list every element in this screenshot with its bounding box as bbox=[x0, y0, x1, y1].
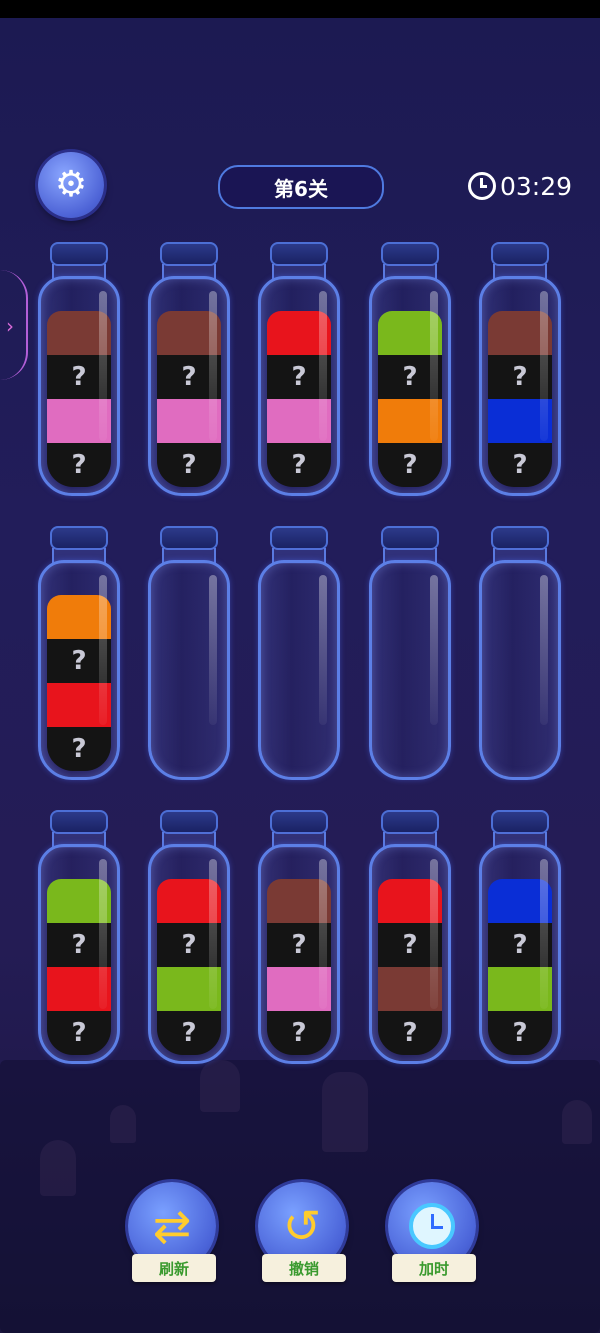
refresh-label: 刷新 bbox=[132, 1254, 216, 1282]
bottle[interactable]: ?? bbox=[148, 242, 230, 496]
bottle-body: ?? bbox=[38, 560, 120, 780]
bottle-cap bbox=[270, 242, 328, 266]
bottle-body bbox=[148, 560, 230, 780]
bottle[interactable]: ?? bbox=[369, 810, 451, 1064]
bottle-cap bbox=[160, 810, 218, 834]
bottle-cap bbox=[50, 810, 108, 834]
bottle-cap bbox=[381, 526, 439, 550]
hidden-liquid-layer: ? bbox=[157, 1011, 221, 1055]
undo-label: 撤销 bbox=[262, 1254, 346, 1282]
bottle[interactable]: ?? bbox=[479, 242, 561, 496]
glass-shine bbox=[209, 291, 217, 441]
chevron-right-icon: › bbox=[6, 314, 14, 338]
bottle-cap bbox=[491, 810, 549, 834]
bottle-body bbox=[479, 560, 561, 780]
bottle-body: ?? bbox=[148, 844, 230, 1064]
alarm-clock-icon bbox=[468, 172, 496, 200]
add-time-label: 加时 bbox=[392, 1254, 476, 1282]
hidden-liquid-layer: ? bbox=[488, 443, 552, 487]
glass-shine bbox=[540, 575, 548, 725]
hidden-liquid-layer: ? bbox=[378, 443, 442, 487]
bottle[interactable]: ?? bbox=[258, 810, 340, 1064]
glass-shine bbox=[430, 575, 438, 725]
glass-shine bbox=[540, 291, 548, 441]
bottle-body: ?? bbox=[258, 844, 340, 1064]
bottle-cap bbox=[270, 526, 328, 550]
bottle[interactable]: ?? bbox=[369, 242, 451, 496]
bottle-body: ?? bbox=[38, 844, 120, 1064]
bottle-cap bbox=[270, 810, 328, 834]
bottle-body: ?? bbox=[479, 276, 561, 496]
background-window bbox=[200, 1060, 240, 1112]
background-window bbox=[562, 1100, 592, 1144]
background-window bbox=[322, 1072, 368, 1152]
bottle[interactable]: ?? bbox=[258, 242, 340, 496]
bottle[interactable]: ?? bbox=[38, 810, 120, 1064]
side-drawer-tab[interactable]: › bbox=[0, 270, 28, 380]
bottle[interactable] bbox=[479, 526, 561, 780]
timer-value: 03:29 bbox=[500, 171, 573, 201]
bottle-body: ?? bbox=[258, 276, 340, 496]
settings-button[interactable]: ⚙ bbox=[38, 152, 104, 218]
glass-shine bbox=[430, 859, 438, 1009]
hidden-liquid-layer: ? bbox=[47, 443, 111, 487]
glass-shine bbox=[209, 859, 217, 1009]
bottle[interactable] bbox=[258, 526, 340, 780]
bottle[interactable] bbox=[369, 526, 451, 780]
hidden-liquid-layer: ? bbox=[47, 1011, 111, 1055]
bottle-body bbox=[258, 560, 340, 780]
hidden-liquid-layer: ? bbox=[267, 1011, 331, 1055]
level-indicator: 第6关 bbox=[218, 165, 384, 209]
bottle-cap bbox=[160, 242, 218, 266]
glass-shine bbox=[319, 859, 327, 1009]
countdown-timer: 03:29 bbox=[468, 168, 572, 204]
bottle-body bbox=[369, 560, 451, 780]
bottle-cap bbox=[381, 242, 439, 266]
background-window bbox=[40, 1140, 76, 1196]
bottle[interactable]: ?? bbox=[479, 810, 561, 1064]
hidden-liquid-layer: ? bbox=[267, 443, 331, 487]
bottle-body: ?? bbox=[479, 844, 561, 1064]
hidden-liquid-layer: ? bbox=[47, 727, 111, 771]
bottle-body: ?? bbox=[148, 276, 230, 496]
glass-shine bbox=[209, 575, 217, 725]
glass-shine bbox=[540, 859, 548, 1009]
bottle-body: ?? bbox=[369, 276, 451, 496]
bottle-body: ?? bbox=[369, 844, 451, 1064]
glass-shine bbox=[99, 859, 107, 1009]
status-bar bbox=[0, 0, 600, 18]
bottle-body: ?? bbox=[38, 276, 120, 496]
bottle-cap bbox=[491, 526, 549, 550]
glass-shine bbox=[430, 291, 438, 441]
glass-shine bbox=[319, 575, 327, 725]
bottle-cap bbox=[160, 526, 218, 550]
bottle[interactable]: ?? bbox=[38, 242, 120, 496]
hidden-liquid-layer: ? bbox=[378, 1011, 442, 1055]
bottle[interactable] bbox=[148, 526, 230, 780]
add-time-button[interactable]: 加时 bbox=[382, 1182, 482, 1292]
undo-button[interactable]: ↺ 撤销 bbox=[252, 1182, 352, 1292]
bottle-cap bbox=[50, 526, 108, 550]
glass-shine bbox=[99, 291, 107, 441]
background-window bbox=[110, 1105, 136, 1143]
bottle-cap bbox=[50, 242, 108, 266]
glass-shine bbox=[319, 291, 327, 441]
glass-shine bbox=[99, 575, 107, 725]
hidden-liquid-layer: ? bbox=[488, 1011, 552, 1055]
level-label: 第6关 bbox=[274, 176, 328, 201]
bottle[interactable]: ?? bbox=[38, 526, 120, 780]
hidden-liquid-layer: ? bbox=[157, 443, 221, 487]
bottle-cap bbox=[381, 810, 439, 834]
refresh-button[interactable]: ⇄ 刷新 bbox=[122, 1182, 222, 1292]
bottle-cap bbox=[491, 242, 549, 266]
gear-icon: ⚙ bbox=[54, 164, 88, 205]
bottle[interactable]: ?? bbox=[148, 810, 230, 1064]
